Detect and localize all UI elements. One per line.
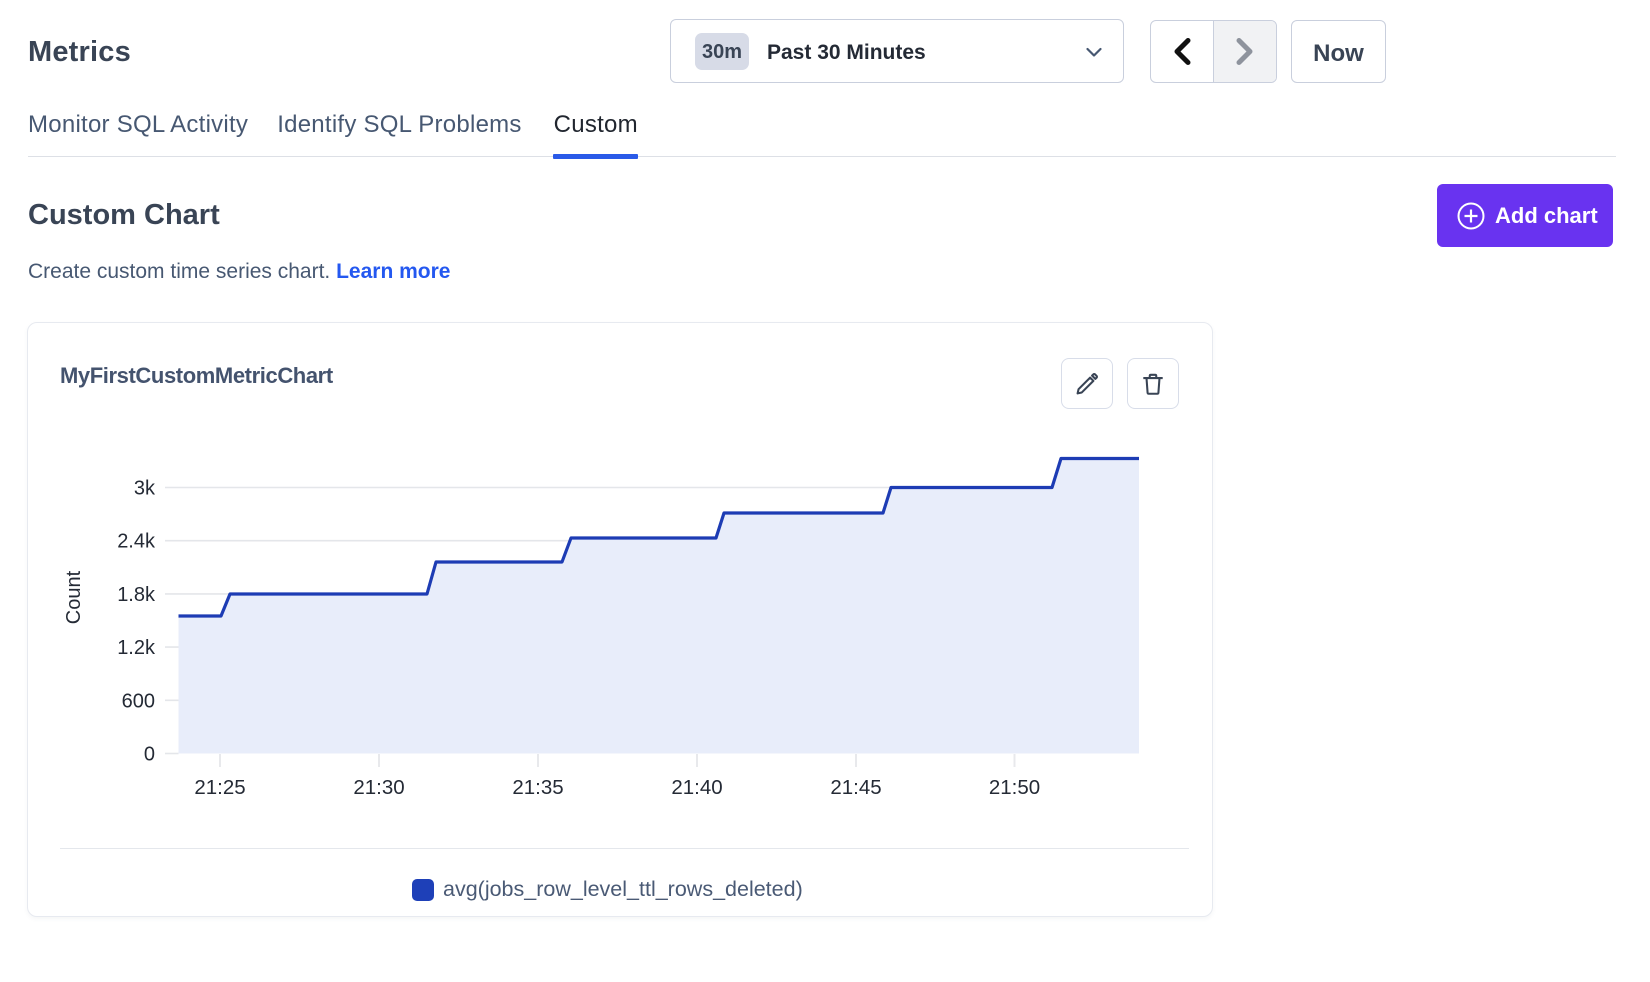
svg-text:3k: 3k	[134, 478, 156, 500]
svg-text:21:40: 21:40	[671, 776, 722, 799]
svg-text:21:45: 21:45	[830, 776, 881, 799]
svg-text:21:30: 21:30	[353, 776, 404, 799]
svg-text:0: 0	[144, 744, 155, 766]
svg-text:600: 600	[122, 690, 155, 712]
svg-text:2.4k: 2.4k	[117, 531, 156, 553]
svg-text:1.2k: 1.2k	[117, 637, 156, 659]
svg-text:Count: Count	[63, 570, 85, 624]
svg-text:21:50: 21:50	[989, 776, 1040, 799]
svg-text:1.8k: 1.8k	[117, 584, 156, 606]
svg-text:21:25: 21:25	[194, 776, 245, 799]
svg-text:21:35: 21:35	[512, 776, 563, 799]
